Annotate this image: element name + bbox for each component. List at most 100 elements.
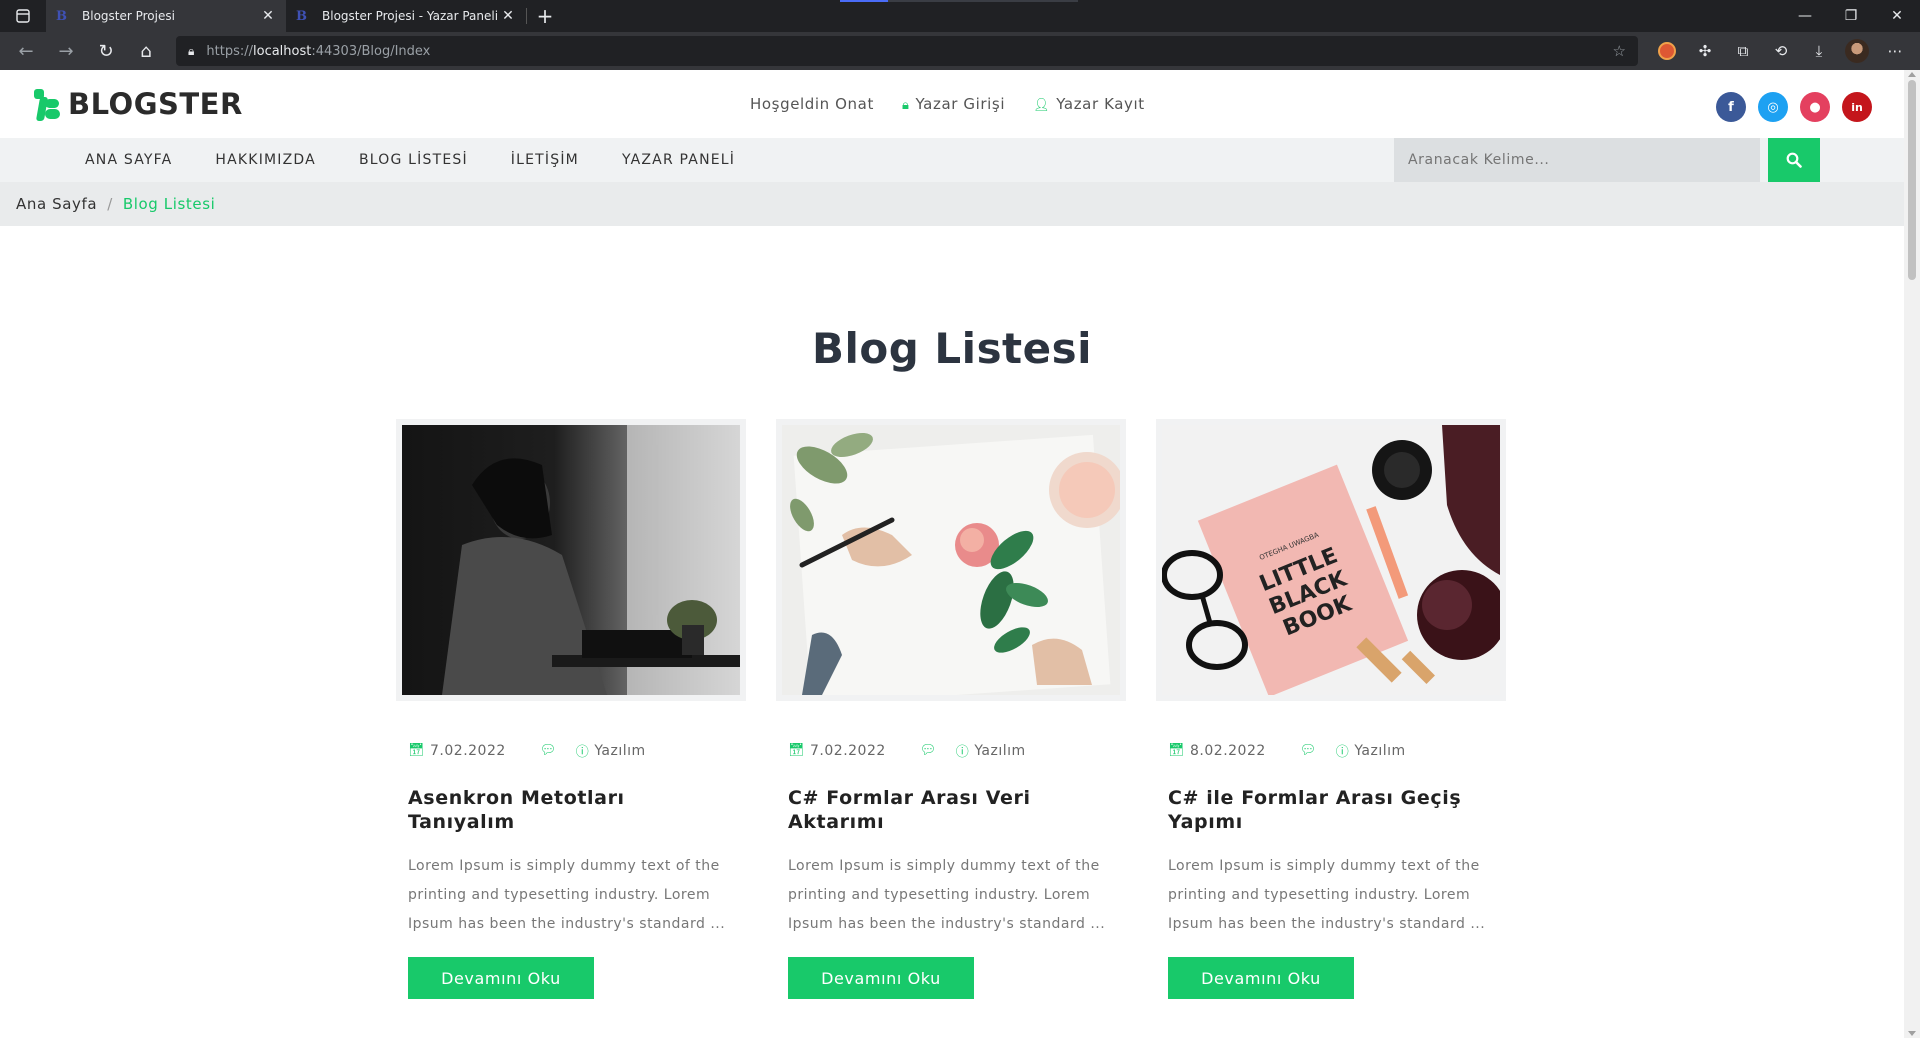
settings-more-button[interactable]: ⋯ bbox=[1876, 35, 1914, 67]
welcome-text: Hoşgeldin Onat bbox=[750, 95, 874, 113]
downloads-button[interactable]: ⤓ bbox=[1800, 35, 1838, 67]
blog-card-image[interactable]: OTEGHA UWAGBA LITTLE BLACK BOOK bbox=[1162, 425, 1500, 695]
duckduckgo-icon bbox=[1658, 42, 1676, 60]
logo-mark-icon bbox=[32, 87, 62, 121]
blog-card-meta: 📅︎ 8.02.2022 💬︎ ⓘ Yazılım bbox=[1168, 741, 1506, 761]
profile-button[interactable] bbox=[1838, 35, 1876, 67]
home-button[interactable]: ⌂ bbox=[126, 35, 166, 67]
github-icon[interactable]: ● bbox=[1800, 92, 1830, 122]
arrow-left-icon: ← bbox=[18, 40, 34, 62]
header-user-links: Hoşgeldin Onat 🔒︎ Yazar Girişi 👤︎ Yazar Ka… bbox=[750, 70, 1145, 138]
browser-toolbar: ← → ↻ ⌂ 🔒︎ https://localhost:44303/Blog/… bbox=[0, 32, 1920, 70]
lock-icon: 🔒︎ bbox=[901, 98, 910, 113]
main-navigation: ANA SAYFA HAKKIMIZDA BLOG LİSTESİ İLETİŞ… bbox=[0, 138, 1904, 182]
url-path: :44303/Blog/Index bbox=[311, 43, 431, 59]
nav-item-yazar-paneli[interactable]: YAZAR PANELİ bbox=[622, 152, 735, 168]
restore-button[interactable]: ❐ bbox=[1828, 0, 1874, 32]
blog-card-image[interactable] bbox=[402, 425, 740, 695]
page-title: Blog Listesi bbox=[811, 324, 1093, 373]
post-date: 8.02.2022 bbox=[1190, 742, 1266, 759]
post-category[interactable]: Yazılım bbox=[974, 743, 1025, 759]
tab-drag-indicator-track bbox=[888, 0, 1078, 2]
blog-card-image-frame: OTEGHA UWAGBA LITTLE BLACK BOOK bbox=[1156, 419, 1506, 701]
back-button[interactable]: ← bbox=[6, 35, 46, 67]
search-input[interactable] bbox=[1394, 138, 1760, 182]
blog-card: OTEGHA UWAGBA LITTLE BLACK BOOK 📅︎ 8.02.… bbox=[1156, 419, 1506, 999]
read-more-button[interactable]: Devamını Oku bbox=[788, 957, 974, 999]
post-title[interactable]: Asenkron Metotları Tanıyalım bbox=[408, 786, 734, 834]
close-window-button[interactable]: ✕ bbox=[1874, 0, 1920, 32]
forward-button[interactable]: → bbox=[46, 35, 86, 67]
search-button[interactable] bbox=[1768, 138, 1820, 182]
post-category[interactable]: Yazılım bbox=[1354, 743, 1405, 759]
tab-title: Blogster Projesi - Yazar Paneli bbox=[322, 9, 499, 23]
minimize-button[interactable]: — bbox=[1782, 0, 1828, 32]
tab-close-icon[interactable]: ✕ bbox=[260, 8, 276, 24]
blog-card-image-frame bbox=[776, 419, 1126, 701]
blog-card-image[interactable] bbox=[782, 425, 1120, 695]
facebook-icon[interactable]: f bbox=[1716, 92, 1746, 122]
more-horizontal-icon: ⋯ bbox=[1887, 42, 1903, 60]
reload-button[interactable]: ↻ bbox=[86, 35, 126, 67]
breadcrumb-home-link[interactable]: Ana Sayfa bbox=[16, 195, 97, 213]
scroll-down-icon[interactable] bbox=[1908, 1031, 1916, 1036]
duckduckgo-extension-button[interactable] bbox=[1648, 35, 1686, 67]
comment-icon[interactable]: 💬︎ bbox=[920, 743, 937, 758]
scrollbar-thumb[interactable] bbox=[1908, 80, 1916, 280]
extensions-button[interactable]: ✣ bbox=[1686, 35, 1724, 67]
reload-icon: ↻ bbox=[98, 40, 114, 62]
site-logo[interactable]: BLOGSTER bbox=[32, 87, 243, 121]
favorite-star-icon[interactable]: ☆ bbox=[1613, 42, 1626, 60]
post-category[interactable]: Yazılım bbox=[594, 743, 645, 759]
blog-card-list: 📅︎ 7.02.2022 💬︎ ⓘ Yazılım Asenkron Metot… bbox=[396, 419, 1506, 999]
search-form bbox=[1394, 138, 1820, 182]
drawing-flower-photo bbox=[790, 432, 1120, 695]
nav-item-blog-listesi[interactable]: BLOG LİSTESİ bbox=[359, 152, 468, 168]
nav-item-ana-sayfa[interactable]: ANA SAYFA bbox=[85, 152, 172, 168]
blog-card-image-frame bbox=[396, 419, 746, 701]
browser-tab-yazar-paneli[interactable]: B Blogster Projesi - Yazar Paneli ✕ bbox=[286, 0, 526, 32]
download-icon: ⤓ bbox=[1815, 42, 1823, 60]
collections-button[interactable]: ⧉ bbox=[1724, 35, 1762, 67]
breadcrumb-current: Blog Listesi bbox=[122, 195, 216, 213]
post-title[interactable]: C# Formlar Arası Veri Aktarımı bbox=[788, 786, 1114, 834]
linkedin-icon[interactable]: in bbox=[1842, 92, 1872, 122]
browser-tab-blogster[interactable]: B Blogster Projesi ✕ bbox=[46, 0, 286, 32]
lock-icon[interactable]: 🔒︎ bbox=[188, 44, 194, 59]
blogster-favicon-icon: B bbox=[296, 9, 307, 24]
info-icon: ⓘ bbox=[955, 745, 970, 760]
instagram-icon[interactable]: ◎ bbox=[1758, 92, 1788, 122]
post-date: 7.02.2022 bbox=[810, 742, 886, 759]
page-scrollbar[interactable] bbox=[1904, 70, 1920, 1038]
blogster-favicon-icon: B bbox=[56, 9, 67, 24]
blog-card-meta: 📅︎ 7.02.2022 💬︎ ⓘ Yazılım bbox=[788, 741, 1126, 761]
read-more-button[interactable]: Devamını Oku bbox=[1168, 957, 1354, 999]
calendar-icon: 📅︎ bbox=[408, 743, 426, 758]
nav-item-hakkimizda[interactable]: HAKKIMIZDA bbox=[215, 152, 316, 168]
new-tab-button[interactable]: + bbox=[527, 0, 563, 32]
address-bar[interactable]: 🔒︎ https://localhost:44303/Blog/Index ☆ bbox=[176, 36, 1638, 66]
search-icon bbox=[1786, 152, 1802, 168]
tab-drag-indicator bbox=[840, 0, 888, 2]
url-scheme: https:// bbox=[206, 43, 253, 59]
social-links: f ◎ ● in bbox=[1716, 92, 1872, 122]
tab-actions-button[interactable] bbox=[0, 0, 46, 32]
history-button[interactable]: ⟲ bbox=[1762, 35, 1800, 67]
arrow-right-icon: → bbox=[58, 40, 74, 62]
post-title[interactable]: C# ile Formlar Arası Geçiş Yapımı bbox=[1168, 786, 1494, 834]
browser-tab-bar: B Blogster Projesi ✕ B Blogster Projesi … bbox=[0, 0, 1920, 32]
calendar-icon: 📅︎ bbox=[1168, 743, 1186, 758]
nav-item-iletisim[interactable]: İLETİŞİM bbox=[511, 152, 579, 168]
tab-close-icon[interactable]: ✕ bbox=[500, 8, 516, 24]
comment-icon[interactable]: 💬︎ bbox=[540, 743, 557, 758]
scroll-up-icon[interactable] bbox=[1908, 72, 1916, 77]
read-more-button[interactable]: Devamını Oku bbox=[408, 957, 594, 999]
info-icon: ⓘ bbox=[1335, 745, 1350, 760]
breadcrumb-separator: / bbox=[107, 195, 113, 213]
post-excerpt: Lorem Ipsum is simply dummy text of the … bbox=[408, 858, 726, 932]
comment-icon[interactable]: 💬︎ bbox=[1300, 743, 1317, 758]
author-login-link[interactable]: 🔒︎ Yazar Girişi bbox=[902, 95, 1005, 113]
logo-text: BLOGSTER bbox=[68, 87, 243, 121]
tab-actions-icon bbox=[16, 9, 30, 23]
author-register-link[interactable]: 👤︎ Yazar Kayıt bbox=[1033, 95, 1145, 113]
